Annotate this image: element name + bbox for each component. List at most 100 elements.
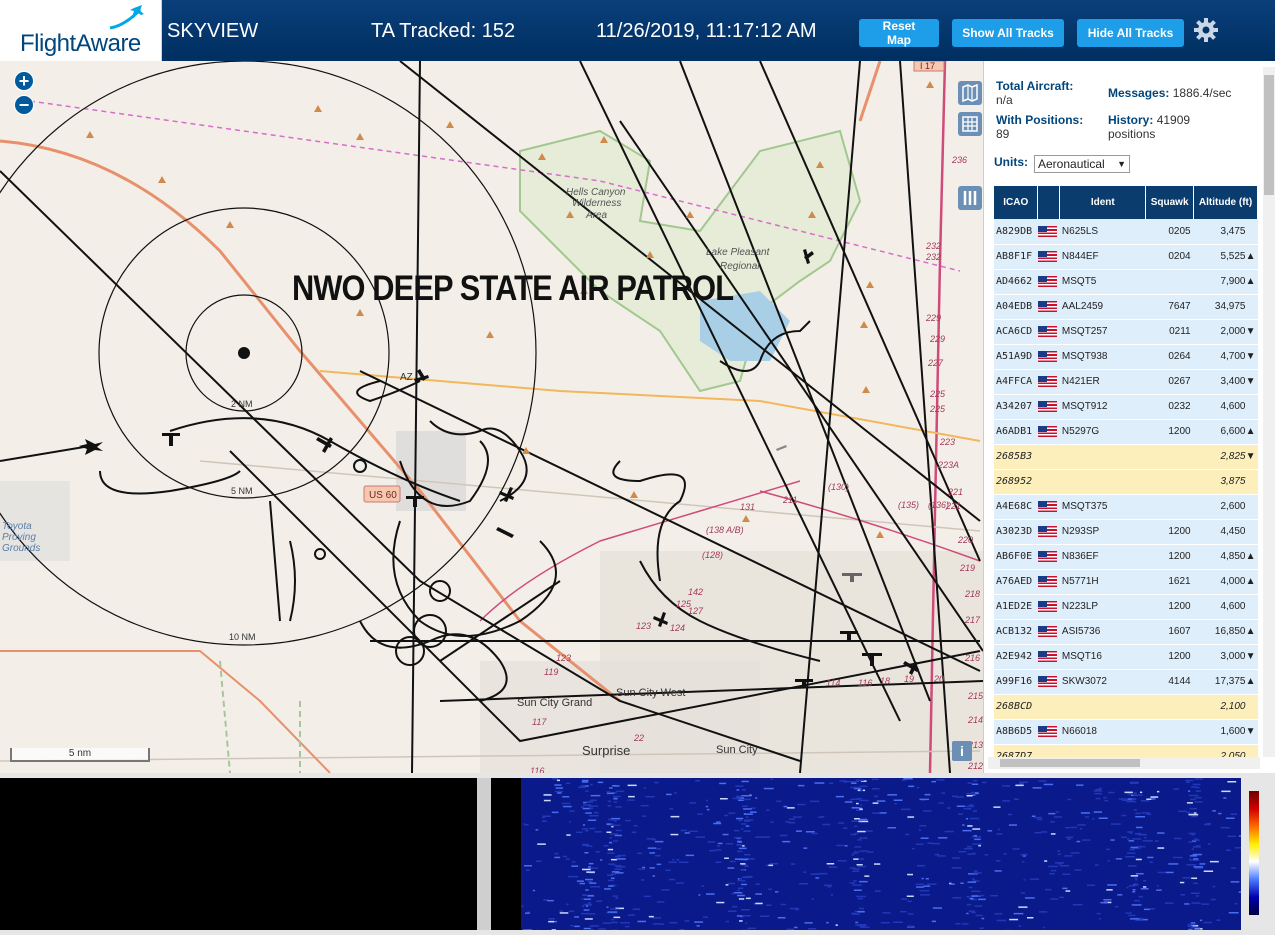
cell-squawk: [1145, 469, 1194, 495]
svg-text:116: 116: [858, 678, 872, 688]
cell-flag: [1037, 619, 1060, 645]
svg-text:18: 18: [880, 676, 890, 686]
table-row[interactable]: A51A9D MSQT938 0264 4,700▼: [994, 344, 1258, 370]
cell-flag: [1037, 519, 1060, 545]
table-row[interactable]: A4FFCA N421ER 0267 3,400▼: [994, 369, 1258, 395]
cell-ident: N223LP: [1059, 594, 1146, 620]
altitude-trend-icon: ▲: [1245, 626, 1256, 637]
cell-icao: A99F16: [994, 669, 1038, 695]
column-header-icao[interactable]: ICAO: [994, 186, 1039, 219]
grid-icon[interactable]: [958, 112, 982, 136]
table-row[interactable]: AD4662 MSQT5 7,900▲: [994, 269, 1258, 295]
map-layers-icon[interactable]: [958, 81, 982, 105]
altitude-value: 6,600: [1220, 426, 1246, 437]
hide-all-tracks-button[interactable]: Hide All Tracks: [1077, 19, 1184, 47]
table-row[interactable]: 268BCD 2,100: [994, 694, 1258, 720]
info-icon[interactable]: i: [952, 741, 972, 761]
cell-flag: [1037, 269, 1060, 295]
altitude-value: 4,450: [1220, 526, 1246, 537]
table-row[interactable]: AB8F1F N844EF 0204 5,525▲: [994, 244, 1258, 270]
logo-text: FlightAware: [20, 30, 141, 57]
highway-shield: I 17: [920, 61, 935, 71]
svg-text:215: 215: [967, 691, 983, 701]
table-row[interactable]: ACA6CD MSQT257 0211 2,000▼: [994, 319, 1258, 345]
columns-icon[interactable]: [958, 186, 982, 210]
altitude-value: 4,000: [1220, 576, 1246, 587]
table-row[interactable]: A2E942 MSQT16 1200 3,000▼: [994, 644, 1258, 670]
altitude-value: 2,000: [1220, 326, 1246, 337]
range-label: 10 NM: [229, 632, 256, 642]
map-label: Area: [585, 210, 608, 221]
table-row[interactable]: 268952 3,875: [994, 469, 1258, 495]
table-row[interactable]: AB6F0E N836EF 1200 4,850▲: [994, 544, 1258, 570]
cell-ident: N625LS: [1059, 219, 1146, 245]
zoom-out-button[interactable]: −: [14, 95, 34, 115]
altitude-value: 3,000: [1220, 651, 1246, 662]
cell-flag: [1037, 469, 1060, 495]
table-row[interactable]: A8B6D5 N66018 1,600▼: [994, 719, 1258, 745]
altitude-value: 3,475: [1220, 225, 1246, 237]
table-row[interactable]: A04EDB AAL2459 7647 34,975: [994, 294, 1258, 320]
panel-divider[interactable]: [477, 778, 491, 930]
gear-icon[interactable]: [1193, 17, 1219, 43]
spectrum-panel: [0, 773, 1275, 935]
altitude-trend-icon: ▼: [1245, 351, 1256, 362]
cell-squawk: 0204: [1145, 244, 1194, 270]
svg-text:229: 229: [929, 334, 945, 344]
table-row[interactable]: A76AED N5771H 1621 4,000▲: [994, 569, 1258, 595]
table-row[interactable]: A3023D N293SP 1200 4,450: [994, 519, 1258, 545]
cell-ident: [1059, 469, 1146, 495]
table-row[interactable]: A1ED2E N223LP 1200 4,600: [994, 594, 1258, 620]
cell-ident: SKW3072: [1059, 669, 1146, 695]
us-flag-icon: [1037, 325, 1057, 337]
flightaware-logo[interactable]: FlightAware: [0, 0, 162, 61]
airplane-icon: [496, 527, 514, 538]
units-select[interactable]: Aeronautical: [1034, 155, 1130, 173]
svg-text:217: 217: [964, 615, 981, 625]
altitude-value: 4,850: [1220, 551, 1246, 562]
cell-icao: ACB132: [994, 619, 1038, 645]
map-view[interactable]: Hells Canyon Wilderness Area Lake Pleasa…: [0, 61, 983, 773]
cell-icao: A76AED: [994, 569, 1038, 595]
svg-text:220: 220: [957, 535, 973, 545]
vertical-scrollbar[interactable]: [1263, 67, 1275, 757]
stat-total-aircraft: Total Aircraft: n/a: [996, 79, 1074, 107]
table-row[interactable]: A829DB N625LS 0205 3,475: [994, 219, 1258, 245]
cell-squawk: 1200: [1145, 594, 1194, 620]
cell-flag: [1037, 419, 1060, 445]
column-header-ident[interactable]: Ident: [1059, 186, 1147, 219]
spectrum-left-panel: [0, 778, 477, 930]
map-label: Grounds: [2, 543, 40, 554]
table-row[interactable]: A34207 MSQT912 0232 4,600: [994, 394, 1258, 420]
table-row[interactable]: 2685B3 2,825▼: [994, 444, 1258, 470]
svg-text:232: 232: [925, 252, 941, 262]
column-header-altitude[interactable]: Altitude (ft): [1193, 186, 1258, 219]
zoom-in-button[interactable]: +: [14, 71, 34, 91]
cell-altitude: 2,825▼: [1193, 444, 1258, 470]
column-header-flag[interactable]: [1037, 186, 1061, 219]
range-label: 5 NM: [231, 486, 253, 496]
airplane-icon: [79, 439, 103, 455]
reset-map-button[interactable]: Reset Map: [859, 19, 939, 47]
cell-ident: [1059, 694, 1146, 720]
svg-text:116: 116: [530, 766, 544, 773]
cell-ident: MSQT16: [1059, 644, 1146, 670]
cell-altitude: 4,600: [1193, 394, 1258, 420]
cell-icao: A4FFCA: [994, 369, 1038, 395]
show-all-tracks-button[interactable]: Show All Tracks: [952, 19, 1064, 47]
table-row[interactable]: A99F16 SKW3072 4144 17,375▲: [994, 669, 1258, 695]
airplane-icon: [162, 433, 180, 446]
table-row[interactable]: A4E68C MSQT375 2,600: [994, 494, 1258, 520]
table-row[interactable]: A6ADB1 N5297G 1200 6,600▲: [994, 419, 1258, 445]
table-row[interactable]: ACB132 ASI5736 1607 16,850▲: [994, 619, 1258, 645]
svg-text:221: 221: [947, 487, 963, 497]
map-label: Hells Canyon: [566, 187, 626, 198]
cell-icao: 268952: [994, 469, 1038, 495]
horizontal-scrollbar[interactable]: [988, 757, 1260, 769]
svg-text:218: 218: [964, 589, 980, 599]
svg-text:114: 114: [826, 678, 840, 688]
cell-ident: N5771H: [1059, 569, 1146, 595]
column-header-squawk[interactable]: Squawk: [1145, 186, 1195, 219]
cell-squawk: [1145, 694, 1194, 720]
cell-squawk: 1200: [1145, 644, 1194, 670]
